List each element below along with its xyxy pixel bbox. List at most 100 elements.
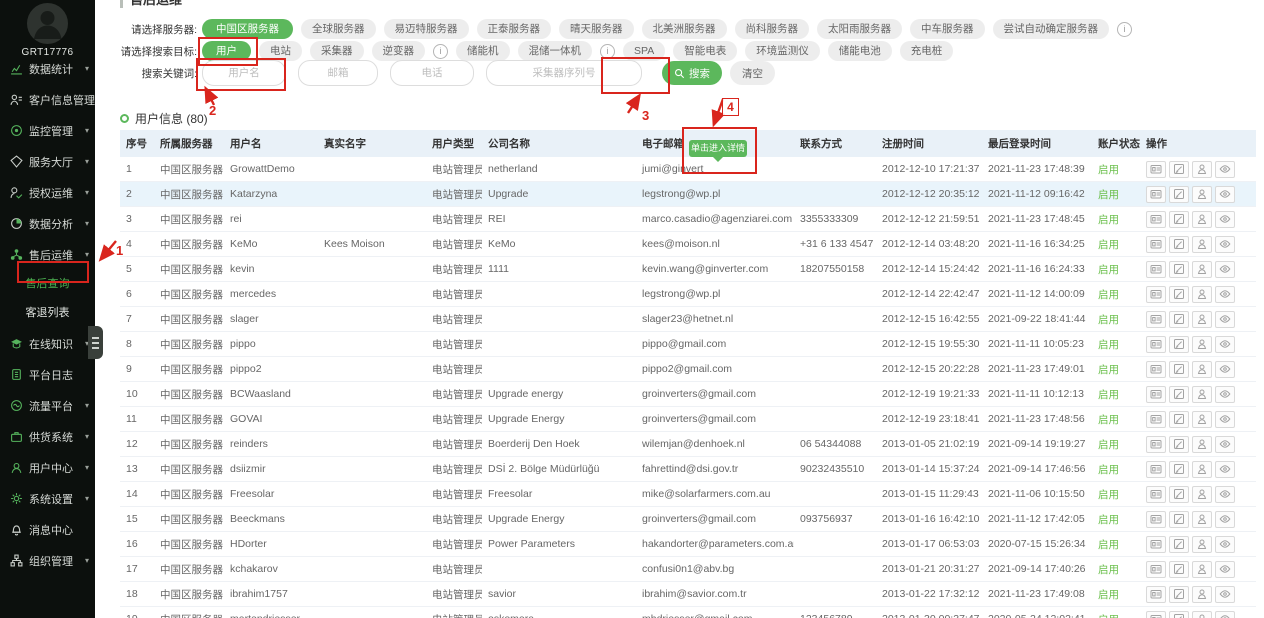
- edit-action-button[interactable]: [1169, 361, 1189, 378]
- card-action-button[interactable]: [1146, 586, 1166, 603]
- sidebar-item-5[interactable]: 数据分析▾: [0, 208, 95, 239]
- sidebar-item-10[interactable]: 供货系统▾: [0, 421, 95, 452]
- server-chip-3[interactable]: 正泰服务器: [477, 19, 552, 39]
- sidebar-item-2[interactable]: 监控管理▾: [0, 115, 95, 146]
- edit-action-button[interactable]: [1169, 186, 1189, 203]
- eye-action-button[interactable]: [1215, 286, 1235, 303]
- edit-action-button[interactable]: [1169, 286, 1189, 303]
- sidebar-item-14[interactable]: 组织管理▾: [0, 545, 95, 576]
- edit-action-button[interactable]: [1169, 536, 1189, 553]
- user-action-button[interactable]: [1192, 361, 1212, 378]
- eye-action-button[interactable]: [1215, 461, 1235, 478]
- table-row[interactable]: 5中国区服务器kevin电站管理员1111kevin.wang@ginverte…: [120, 257, 1256, 282]
- table-row[interactable]: 7中国区服务器slager电站管理员slager23@hetnet.nl2012…: [120, 307, 1256, 332]
- sidebar-collapse-handle[interactable]: [88, 326, 103, 359]
- user-action-button[interactable]: [1192, 286, 1212, 303]
- sidebar-item-12[interactable]: 系统设置▾: [0, 483, 95, 514]
- user-action-button[interactable]: [1192, 536, 1212, 553]
- keyword-input-1[interactable]: [298, 60, 378, 86]
- card-action-button[interactable]: [1146, 436, 1166, 453]
- server-chip-0[interactable]: 中国区服务器: [202, 19, 293, 39]
- user-action-button[interactable]: [1192, 586, 1212, 603]
- card-action-button[interactable]: [1146, 236, 1166, 253]
- eye-action-button[interactable]: [1215, 411, 1235, 428]
- card-action-button[interactable]: [1146, 461, 1166, 478]
- card-action-button[interactable]: [1146, 386, 1166, 403]
- sidebar-item-6[interactable]: 售后运维▾: [0, 239, 95, 270]
- table-row[interactable]: 15中国区服务器Beeckmans电站管理员Upgrade Energygroi…: [120, 507, 1256, 532]
- edit-action-button[interactable]: [1169, 586, 1189, 603]
- eye-action-button[interactable]: [1215, 561, 1235, 578]
- sidebar-item-9[interactable]: 流量平台▾: [0, 390, 95, 421]
- sidebar-item-8[interactable]: 平台日志: [0, 359, 95, 390]
- edit-action-button[interactable]: [1169, 486, 1189, 503]
- target-chip-0[interactable]: 用户: [202, 41, 251, 61]
- edit-action-button[interactable]: [1169, 611, 1189, 618]
- server-chip-8[interactable]: 中车服务器: [910, 19, 985, 39]
- eye-action-button[interactable]: [1215, 536, 1235, 553]
- eye-action-button[interactable]: [1215, 311, 1235, 328]
- user-action-button[interactable]: [1192, 561, 1212, 578]
- server-chip-6[interactable]: 尚科服务器: [735, 19, 810, 39]
- card-action-button[interactable]: [1146, 411, 1166, 428]
- info-icon[interactable]: i: [1117, 22, 1132, 37]
- card-action-button[interactable]: [1146, 311, 1166, 328]
- eye-action-button[interactable]: [1215, 261, 1235, 278]
- target-chip-4[interactable]: 储能机: [456, 41, 510, 61]
- sidebar-subitem[interactable]: 客退列表: [0, 299, 95, 328]
- eye-action-button[interactable]: [1215, 211, 1235, 228]
- table-row[interactable]: 8中国区服务器pippo电站管理员pippo@gmail.com2012-12-…: [120, 332, 1256, 357]
- table-row[interactable]: 14中国区服务器Freesolar电站管理员Freesolarmike@sola…: [120, 482, 1256, 507]
- clear-button[interactable]: 清空: [730, 61, 775, 85]
- user-action-button[interactable]: [1192, 261, 1212, 278]
- card-action-button[interactable]: [1146, 336, 1166, 353]
- table-row[interactable]: 1中国区服务器GrowattDemo电站管理员netherlandjumi@gi…: [120, 157, 1256, 182]
- server-chip-9[interactable]: 尝试自动确定服务器: [993, 19, 1110, 39]
- edit-action-button[interactable]: [1169, 511, 1189, 528]
- sidebar-item-3[interactable]: 服务大厅▾: [0, 146, 95, 177]
- card-action-button[interactable]: [1146, 186, 1166, 203]
- eye-action-button[interactable]: [1215, 361, 1235, 378]
- user-action-button[interactable]: [1192, 311, 1212, 328]
- info-icon[interactable]: i: [433, 44, 448, 59]
- edit-action-button[interactable]: [1169, 436, 1189, 453]
- table-row[interactable]: 13中国区服务器dsiizmir电站管理员DSİ 2. Bölge Müdürl…: [120, 457, 1256, 482]
- sidebar-item-11[interactable]: 用户中心▾: [0, 452, 95, 483]
- edit-action-button[interactable]: [1169, 161, 1189, 178]
- table-row[interactable]: 6中国区服务器mercedes电站管理员legstrong@wp.pl2012-…: [120, 282, 1256, 307]
- target-chip-1[interactable]: 电站: [259, 41, 302, 61]
- table-row[interactable]: 16中国区服务器HDorter电站管理员Power Parametershaka…: [120, 532, 1256, 557]
- user-action-button[interactable]: [1192, 436, 1212, 453]
- target-chip-5[interactable]: 混储一体机: [518, 41, 593, 61]
- edit-action-button[interactable]: [1169, 561, 1189, 578]
- eye-action-button[interactable]: [1215, 436, 1235, 453]
- user-action-button[interactable]: [1192, 211, 1212, 228]
- target-chip-8[interactable]: 环境监测仪: [745, 41, 820, 61]
- target-chip-10[interactable]: 充电桩: [900, 41, 954, 61]
- user-action-button[interactable]: [1192, 236, 1212, 253]
- table-row[interactable]: 12中国区服务器reinders电站管理员Boerderij Den Hoekw…: [120, 432, 1256, 457]
- card-action-button[interactable]: [1146, 161, 1166, 178]
- table-row[interactable]: 19中国区服务器martendriesser电站管理员oskomeramhdri…: [120, 607, 1256, 618]
- server-chip-5[interactable]: 北美洲服务器: [642, 19, 727, 39]
- target-chip-3[interactable]: 逆变器: [372, 41, 426, 61]
- table-row[interactable]: 11中国区服务器GOVAI电站管理员Upgrade Energygroinver…: [120, 407, 1256, 432]
- eye-action-button[interactable]: [1215, 586, 1235, 603]
- card-action-button[interactable]: [1146, 536, 1166, 553]
- target-chip-9[interactable]: 储能电池: [828, 41, 892, 61]
- user-action-button[interactable]: [1192, 386, 1212, 403]
- server-chip-4[interactable]: 晴天服务器: [559, 19, 634, 39]
- table-row[interactable]: 9中国区服务器pippo2电站管理员pippo2@gmail.com2012-1…: [120, 357, 1256, 382]
- eye-action-button[interactable]: [1215, 236, 1235, 253]
- user-action-button[interactable]: [1192, 186, 1212, 203]
- card-action-button[interactable]: [1146, 261, 1166, 278]
- edit-action-button[interactable]: [1169, 311, 1189, 328]
- eye-action-button[interactable]: [1215, 611, 1235, 618]
- edit-action-button[interactable]: [1169, 236, 1189, 253]
- sidebar-subitem[interactable]: 售后查询: [0, 270, 95, 299]
- sidebar-item-4[interactable]: 授权运维▾: [0, 177, 95, 208]
- eye-action-button[interactable]: [1215, 186, 1235, 203]
- sidebar-item-7[interactable]: 在线知识▾: [0, 328, 95, 359]
- table-row[interactable]: 17中国区服务器kchakarov电站管理员confusi0n1@abv.bg2…: [120, 557, 1256, 582]
- eye-action-button[interactable]: [1215, 336, 1235, 353]
